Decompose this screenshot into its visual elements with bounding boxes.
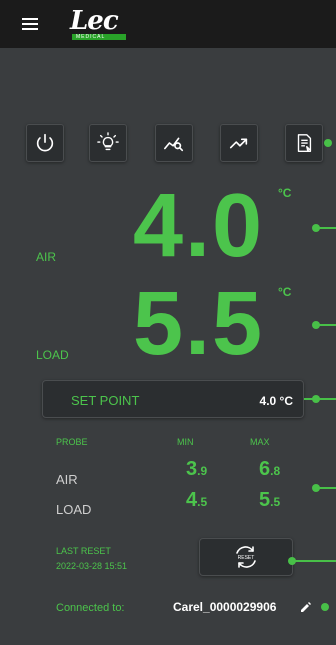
last-reset-timestamp: 2022-03-28 15:51 xyxy=(56,561,128,571)
setpoint-connector-dot xyxy=(312,395,320,403)
reset-button[interactable]: RESET xyxy=(199,538,293,576)
load-label: LOAD xyxy=(36,348,69,362)
hamburger-menu-icon[interactable] xyxy=(22,18,38,30)
load-connector-dot xyxy=(312,321,320,329)
load-max-int: 5 xyxy=(259,489,271,511)
air-max-int: 6 xyxy=(259,458,271,480)
air-max-dec: .8 xyxy=(270,464,281,478)
power-icon xyxy=(36,133,54,152)
max-header: MAX xyxy=(250,437,270,447)
probe-name-load: LOAD xyxy=(56,502,92,517)
probe-header: PROBE xyxy=(56,437,88,447)
air-connector-dot xyxy=(312,224,320,232)
light-bulb-icon xyxy=(97,132,119,151)
air-unit: °C xyxy=(278,186,292,200)
air-temperature-value: 4.0 xyxy=(133,176,265,276)
load-unit: °C xyxy=(278,285,292,299)
reset-connector-dot xyxy=(288,557,296,565)
set-point-value: 4.0 °C xyxy=(259,394,293,408)
brand-logo: Lec MEDICAL xyxy=(70,6,140,40)
logo-subtext: MEDICAL xyxy=(76,34,106,40)
report-icon xyxy=(297,134,312,152)
app-header: Lec MEDICAL xyxy=(0,0,336,48)
reset-connector-line xyxy=(293,560,336,562)
power-button[interactable] xyxy=(26,124,64,162)
setpoint-connector-line xyxy=(304,398,336,400)
reset-icon: RESET xyxy=(236,546,256,568)
edit-pencil-icon[interactable] xyxy=(300,601,312,613)
connection-connector-dot xyxy=(321,603,329,611)
probe-name-air: AIR xyxy=(56,472,78,487)
air-max-value: 6.8 xyxy=(259,458,280,481)
light-button[interactable] xyxy=(89,124,127,162)
set-point-label: SET POINT xyxy=(71,393,140,408)
load-min-int: 4 xyxy=(186,489,198,511)
last-reset-label: LAST RESET xyxy=(56,546,111,556)
load-min-dec: .5 xyxy=(197,495,208,509)
report-button[interactable] xyxy=(285,124,323,162)
toolbar-connector-dot xyxy=(324,139,332,147)
logo-text: Lec xyxy=(70,6,119,36)
connected-to-label: Connected to: xyxy=(56,602,125,614)
trend-button[interactable] xyxy=(220,124,258,162)
air-min-value: 3.9 xyxy=(186,458,207,481)
min-header: MIN xyxy=(177,437,194,447)
minmax-connector-dot xyxy=(312,484,320,492)
load-max-value: 5.5 xyxy=(259,489,280,512)
load-min-value: 4.5 xyxy=(186,489,207,512)
chart-search-icon xyxy=(164,137,184,152)
air-label: AIR xyxy=(36,250,57,264)
load-max-dec: .5 xyxy=(270,495,281,509)
chart-search-button[interactable] xyxy=(155,124,193,162)
air-min-int: 3 xyxy=(186,458,198,480)
trend-icon xyxy=(229,138,248,149)
reset-button-text: RESET xyxy=(238,555,255,561)
air-min-dec: .9 xyxy=(197,464,208,478)
load-temperature-value: 5.5 xyxy=(133,274,265,374)
device-name[interactable]: Carel_0000029906 xyxy=(173,600,276,614)
set-point-button[interactable]: SET POINT 4.0 °C xyxy=(42,380,304,418)
